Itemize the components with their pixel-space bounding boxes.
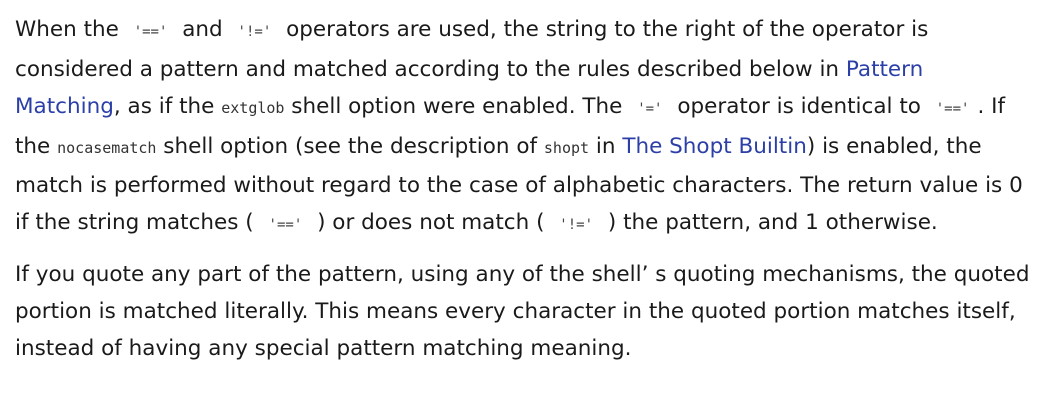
paragraph-pattern-operators: When the '==' and '!=' operators are use… — [15, 11, 1035, 244]
paragraph-quoting: If you quote any part of the pattern, us… — [15, 262, 1030, 361]
text-run: When the — [15, 17, 126, 42]
document-content: When the '==' and '!=' operators are use… — [15, 11, 1035, 367]
text-run: ) or does not match ( — [310, 210, 552, 235]
code-nocasematch: nocasematch — [57, 139, 157, 157]
text-run: , as if the — [113, 94, 222, 119]
operator-equals: '=' — [637, 101, 663, 117]
operator-double-equals: '==' — [133, 24, 168, 40]
operator-not-equals: '!=' — [559, 217, 594, 233]
operator-double-equals: '==' — [935, 101, 970, 117]
text-run: shell option (see the description of — [156, 134, 544, 159]
text-run: ) the pattern, and 1 otherwise. — [601, 210, 938, 235]
operator-double-equals: '==' — [268, 217, 303, 233]
text-run: and — [175, 17, 230, 42]
code-shopt: shopt — [543, 139, 590, 157]
operator-not-equals: '!=' — [237, 24, 272, 40]
text-run: shell option were enabled. The — [284, 94, 630, 119]
code-extglob: extglob — [221, 99, 285, 117]
text-run: operator is identical to — [670, 94, 928, 119]
text-run: in — [589, 134, 623, 159]
link-shopt-builtin[interactable]: The Shopt Builtin — [622, 134, 807, 159]
